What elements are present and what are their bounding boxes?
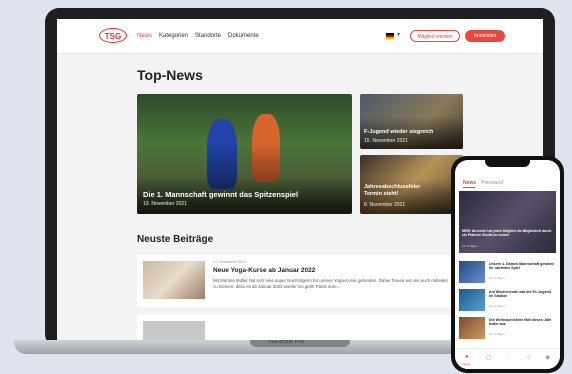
phone-tab-pinnwand[interactable]: Pinnwand	[481, 180, 503, 186]
top-news-card-2[interactable]: F-Jugend wieder siegreich 15. November 2…	[360, 94, 463, 149]
top-news-card-3[interactable]: Jahresabschlussfeier Termin steht! 8. No…	[360, 155, 463, 214]
phone-hero-card[interactable]: NEW: Ab heute hat jedes Mitglied die Mög…	[459, 191, 556, 253]
phone-item-title: Die Weihnachtsfeier fällt dieses Jahr le…	[489, 318, 552, 327]
phone-item-image	[459, 289, 485, 311]
phone: News Pinnwand NEW: Ab heute hat jedes Mi…	[451, 156, 564, 373]
calendar-icon[interactable]: ▢	[486, 354, 492, 361]
phone-list-item[interactable]: Unsere 1. Damen Mannschaft gewinnt ihr n…	[459, 261, 556, 283]
phone-item-title: Am Wochenende war die E1-Jugend im Stadi…	[489, 290, 551, 299]
latest-heading: Neuste Beiträge	[137, 234, 214, 245]
top-news-date: 19. November 2021	[143, 201, 187, 207]
home-icon[interactable]: ●	[465, 354, 469, 360]
phone-item-time: vor 3 Tagen	[489, 304, 505, 308]
top-nav: TSG News Kategorien Standorte Dokumente …	[57, 19, 543, 54]
top-news-date: 15. November 2021	[364, 138, 408, 144]
phone-hero-time: vor 2 Tagen	[462, 244, 478, 248]
nav-news[interactable]: News	[137, 33, 152, 39]
post-excerpt: Mit Martina Müller hat sich eine super N…	[213, 278, 448, 289]
phone-notch	[485, 160, 530, 167]
top-news-heading: Top-News	[137, 67, 203, 83]
login-button[interactable]: Anmelden	[465, 30, 505, 42]
phone-screen: News Pinnwand NEW: Ab heute hat jedes Mi…	[455, 160, 560, 369]
top-news-date: 8. November 2021	[364, 202, 406, 208]
top-news-title: Die 1. Mannschaft gewinnt das Spitzenspi…	[143, 190, 299, 199]
chevron-down-icon[interactable]: ▾	[397, 31, 400, 38]
phone-tab-underline	[463, 187, 475, 188]
post-image	[143, 321, 205, 340]
nav-standorte[interactable]: Standorte	[195, 33, 221, 39]
phone-bottom-nav: ● News ▢ ◌ ☆ ◉	[455, 348, 560, 369]
phone-tab-news[interactable]: News	[463, 180, 476, 186]
star-icon[interactable]: ☆	[526, 354, 531, 361]
chat-icon[interactable]: ◌	[506, 354, 510, 360]
post-title: Neue Yoga-Kurse ab Januar 2022	[213, 267, 316, 274]
german-flag-icon[interactable]	[386, 33, 394, 39]
phone-item-time: vor 2 Tagen	[489, 276, 505, 280]
phone-item-time: vor 4 Tagen	[489, 332, 505, 336]
logo[interactable]: TSG	[99, 28, 127, 43]
phone-nav-news-label: News	[463, 362, 471, 366]
top-news-title: Jahresabschlussfeier Termin steht!	[364, 184, 421, 197]
post-card[interactable]: 17. November 2021 Neue Yoga-Kurse ab Jan…	[137, 255, 467, 307]
top-news-title: F-Jugend wieder siegreich	[364, 129, 434, 135]
top-news-card-main[interactable]: Die 1. Mannschaft gewinnt das Spitzenspi…	[137, 94, 352, 214]
register-button[interactable]: Mitglied werden	[410, 30, 460, 42]
nav-dokumente[interactable]: Dokumente	[228, 33, 259, 39]
profile-icon[interactable]: ◉	[545, 354, 550, 361]
phone-item-image	[459, 317, 485, 339]
nav-kategorien[interactable]: Kategorien	[159, 33, 188, 39]
phone-list-item[interactable]: Die Weihnachtsfeier fällt dieses Jahr le…	[459, 317, 556, 339]
phone-item-image	[459, 261, 485, 283]
yoga-image	[143, 261, 205, 299]
post-card[interactable]	[137, 315, 467, 340]
phone-hero-title: NEW: Ab heute hat jedes Mitglied die Mög…	[462, 229, 552, 238]
post-date: 17. November 2021	[213, 260, 247, 264]
phone-list-item[interactable]: Am Wochenende war die E1-Jugend im Stadi…	[459, 289, 556, 311]
phone-item-title: Unsere 1. Damen Mannschaft gewinnt ihr n…	[489, 262, 554, 271]
